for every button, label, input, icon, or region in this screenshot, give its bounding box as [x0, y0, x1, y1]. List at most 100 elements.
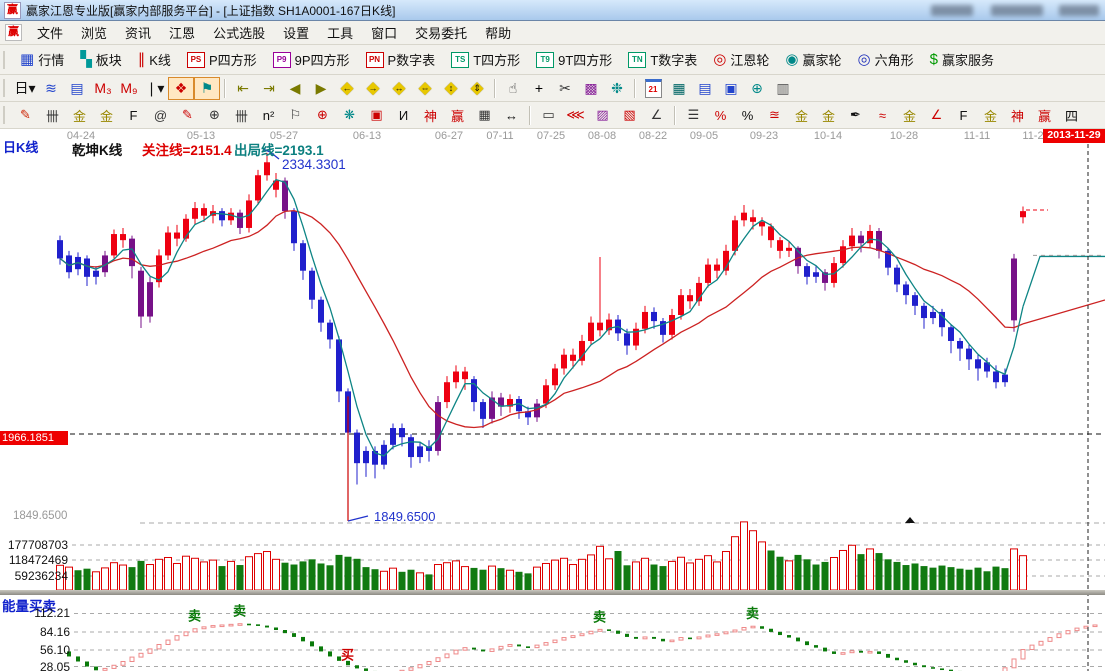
report-icon-button[interactable]: ▤	[64, 77, 90, 100]
percent-red-tool-button[interactable]: %	[707, 104, 734, 127]
energy-candle	[301, 637, 305, 641]
wave-3-icon-button[interactable]: M₃	[90, 77, 116, 100]
shrink-x-button-button[interactable]: ◆⇔	[412, 77, 438, 100]
red-grid-tool-button[interactable]: ▣	[363, 104, 390, 127]
first-page-button-button[interactable]: ⇤	[230, 77, 256, 100]
shift-right-button-button[interactable]: ◆→	[360, 77, 386, 100]
rays-tool-button[interactable]: ⋘	[562, 104, 589, 127]
hatch-red-tool-button[interactable]: ▧	[616, 104, 643, 127]
ruler-pen-tool-button[interactable]: ✎	[174, 104, 201, 127]
hexagon-button[interactable]: ◎六角形	[849, 47, 921, 73]
gold-angle2-tool-button[interactable]: 金	[977, 104, 1004, 127]
shen-tool-button[interactable]: 神	[417, 104, 444, 127]
p-number-table-button[interactable]: PNP数字表	[358, 47, 444, 73]
toolbar-grip[interactable]	[3, 51, 8, 69]
ruler-123-tool-button[interactable]: ▦	[471, 104, 498, 127]
next-button-button[interactable]: ▶	[308, 77, 334, 100]
measure-tool-button[interactable]: ✂	[552, 77, 578, 100]
expand-y-button-button[interactable]: ◆↕	[438, 77, 464, 100]
compass-tool-button[interactable]: ⊕	[201, 104, 228, 127]
volume-bar	[444, 563, 451, 590]
sectors-button[interactable]: ▚板块	[72, 47, 130, 73]
volume-flag-toggle-button[interactable]: ⚑	[194, 77, 220, 100]
volume-bar	[948, 567, 955, 590]
hand-tool-button[interactable]: ☝	[500, 77, 526, 100]
prev-button-button[interactable]: ◀	[282, 77, 308, 100]
fibonacci-tool-button[interactable]: F	[120, 104, 147, 127]
t-square-button[interactable]: TST四方形	[443, 47, 528, 73]
menu-browse[interactable]: 浏览	[72, 21, 116, 44]
calendar-icon-button[interactable]: 21	[640, 77, 666, 100]
wave2-tool-button[interactable]: ≈	[869, 104, 896, 127]
crosshair-tool-button[interactable]: +	[526, 77, 552, 100]
pane-divider[interactable]	[0, 590, 1105, 595]
gold-lines-tool-button[interactable]: 金	[66, 104, 93, 127]
gold-lines2-tool-button[interactable]: 金	[93, 104, 120, 127]
hatch-purple-tool-button[interactable]: ▨	[589, 104, 616, 127]
menu-gann[interactable]: 江恩	[160, 21, 204, 44]
calculator-icon-button[interactable]: ▦	[666, 77, 692, 100]
menu-tools[interactable]: 工具	[318, 21, 362, 44]
web-search-icon-button[interactable]: ⊕	[744, 77, 770, 100]
notes-icon-button[interactable]: ▤	[692, 77, 718, 100]
pen2-tool-button[interactable]: ✒	[842, 104, 869, 127]
f-angle-tool-button[interactable]: F	[950, 104, 977, 127]
last-page-button-button[interactable]: ⇥	[256, 77, 282, 100]
gann-grid-tool-button[interactable]: 卌	[39, 104, 66, 127]
spiral-tool-button[interactable]: @	[147, 104, 174, 127]
box-tool-button[interactable]: ▭	[535, 104, 562, 127]
t-number-table-button[interactable]: TNT数字表	[620, 47, 705, 73]
print-icon-button[interactable]: ▥	[770, 77, 796, 100]
shen-angle-tool-button[interactable]: 神	[1004, 104, 1031, 127]
menu-formula-stock-pick[interactable]: 公式选股	[204, 21, 274, 44]
winner-wheel-button[interactable]: ◉赢家轮	[777, 47, 849, 73]
period-dropdown-button[interactable]: 日▾	[12, 77, 38, 100]
period-label[interactable]: 日K线	[3, 137, 38, 156]
qiankun-kline-toggle-button[interactable]: ❖	[168, 77, 194, 100]
angle-lines-tool-button[interactable]: ∠	[643, 104, 670, 127]
width-measure-tool-button[interactable]: ↔	[498, 104, 525, 127]
ying-tool-button[interactable]: 赢	[444, 104, 471, 127]
menu-help[interactable]: 帮助	[476, 21, 520, 44]
ying-angle-tool-button[interactable]: 赢	[1031, 104, 1058, 127]
wave-percent-tool-button[interactable]: ≊	[761, 104, 788, 127]
menu-file[interactable]: 文件	[28, 21, 72, 44]
kline-button[interactable]: ∥K线	[130, 47, 179, 73]
gold-angle-tool-button[interactable]: 金	[896, 104, 923, 127]
four-angle-tool-button[interactable]: 四	[1058, 104, 1085, 127]
target-tool-button[interactable]: ⊕	[309, 104, 336, 127]
shrink-y-button-button[interactable]: ◆⇕	[464, 77, 490, 100]
toolbar-grip[interactable]	[3, 106, 8, 124]
grid-tool-button[interactable]: ▩	[578, 77, 604, 100]
shift-left-button-button[interactable]: ◆←	[334, 77, 360, 100]
save-icon-button[interactable]: ▣	[718, 77, 744, 100]
winner-service-button[interactable]: $赢家服务	[922, 47, 1002, 73]
market-quotes-button[interactable]: ▦行情	[12, 47, 72, 73]
hash-lines-tool-button[interactable]: 卌	[228, 104, 255, 127]
n-square-tool-button[interactable]: n²	[255, 104, 282, 127]
menu-news[interactable]: 资讯	[116, 21, 160, 44]
j-angle-tool-button[interactable]: ∠	[923, 104, 950, 127]
toolbar-grip[interactable]	[3, 79, 8, 97]
wave-9-icon-button[interactable]: M₉	[116, 77, 142, 100]
trend-lines-icon-button[interactable]: ≋	[38, 77, 64, 100]
gold-circle-tool-button[interactable]: 金	[788, 104, 815, 127]
menu-trade[interactable]: 交易委托	[406, 21, 476, 44]
gann-wheel-button[interactable]: ◎江恩轮	[705, 47, 777, 73]
9p-square-button[interactable]: P99P四方形	[265, 47, 358, 73]
9t-square-button[interactable]: T99T四方形	[528, 47, 620, 73]
expand-x-button-button[interactable]: ◆↔	[386, 77, 412, 100]
menu-settings[interactable]: 设置	[274, 21, 318, 44]
p-square-button[interactable]: PSP四方形	[179, 47, 265, 73]
pencil-tool-button[interactable]: ✎	[12, 104, 39, 127]
wave-mark-tool-button[interactable]: И	[390, 104, 417, 127]
energy-candle	[715, 634, 719, 636]
percent-tool-button[interactable]: %	[734, 104, 761, 127]
levels-tool-button[interactable]: ☰	[680, 104, 707, 127]
flags-tool-button[interactable]: ⚐	[282, 104, 309, 127]
star-tool-button[interactable]: ❋	[336, 104, 363, 127]
menu-window[interactable]: 窗口	[362, 21, 406, 44]
knot-tool-button[interactable]: ❉	[604, 77, 630, 100]
gold-level-tool-button[interactable]: 金	[815, 104, 842, 127]
candle-style-dropdown-button[interactable]: ❘▾	[142, 77, 168, 100]
